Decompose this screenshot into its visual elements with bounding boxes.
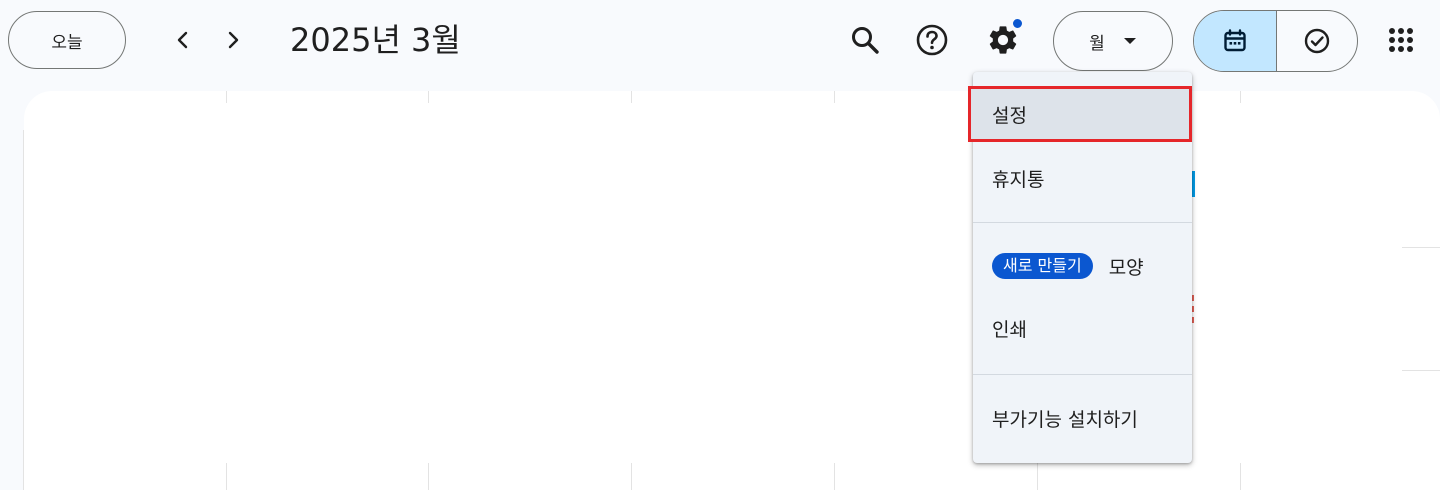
menu-divider (973, 374, 1192, 375)
page-title: 2025년 3월 (290, 21, 461, 59)
column-divider (1240, 91, 1241, 103)
column-divider (631, 463, 632, 490)
column-divider (226, 91, 227, 103)
apps-grid-icon (1389, 28, 1413, 52)
settings-menu: 설정 휴지통 새로 만들기 모양 인쇄 부가기능 설치하기 (968, 72, 1192, 463)
help-button[interactable] (912, 20, 952, 60)
column-divider (226, 463, 227, 490)
menu-item-print[interactable]: 인쇄 (973, 300, 1192, 356)
menu-item-label: 휴지통 (992, 168, 1045, 191)
row-divider (1402, 247, 1440, 248)
column-divider (428, 91, 429, 103)
menu-item-label: 모양 (1108, 256, 1144, 279)
chevron-left-icon (177, 31, 188, 49)
column-divider (631, 91, 632, 103)
view-select-value: 월 (1089, 33, 1105, 54)
menu-item-label: 인쇄 (992, 318, 1027, 341)
chevron-right-icon (228, 31, 239, 49)
calendar-mode-button[interactable] (1194, 11, 1276, 71)
top-bar: 오늘 2025년 3월 월 (0, 0, 1440, 84)
search-button[interactable] (845, 20, 885, 60)
column-divider (834, 91, 835, 103)
new-badge: 새로 만들기 (992, 253, 1093, 279)
help-icon (916, 24, 948, 56)
notification-dot (1012, 18, 1023, 29)
calendar-tasks-toggle (1193, 10, 1358, 72)
event-chip-edge[interactable] (1192, 295, 1197, 323)
menu-item-settings[interactable]: 설정 (968, 86, 1192, 142)
today-button[interactable]: 오늘 (8, 11, 126, 69)
menu-item-trash[interactable]: 휴지통 (973, 150, 1192, 206)
month-grid (24, 91, 1440, 490)
column-divider (834, 463, 835, 490)
column-divider (1037, 463, 1038, 490)
menu-item-label: 설정 (992, 104, 1027, 127)
menu-item-appearance[interactable]: 새로 만들기 모양 (973, 238, 1192, 294)
menu-divider (973, 222, 1192, 223)
calendar-icon (1224, 29, 1246, 52)
previous-period-button[interactable] (163, 20, 203, 60)
search-icon (852, 27, 879, 54)
row-divider (1402, 370, 1440, 371)
caret-down-icon (1123, 38, 1136, 44)
event-chip-edge[interactable] (1192, 171, 1195, 197)
view-select-dropdown[interactable]: 월 (1053, 11, 1173, 71)
tasks-mode-button[interactable] (1275, 11, 1358, 71)
menu-item-label: 부가기능 설치하기 (992, 408, 1138, 431)
next-period-button[interactable] (213, 20, 253, 60)
task-check-icon (1304, 28, 1329, 54)
menu-item-install-addons[interactable]: 부가기능 설치하기 (973, 390, 1192, 446)
settings-button[interactable] (983, 18, 1023, 60)
google-apps-button[interactable] (1381, 20, 1421, 60)
column-divider (428, 463, 429, 490)
column-divider (1240, 463, 1241, 490)
